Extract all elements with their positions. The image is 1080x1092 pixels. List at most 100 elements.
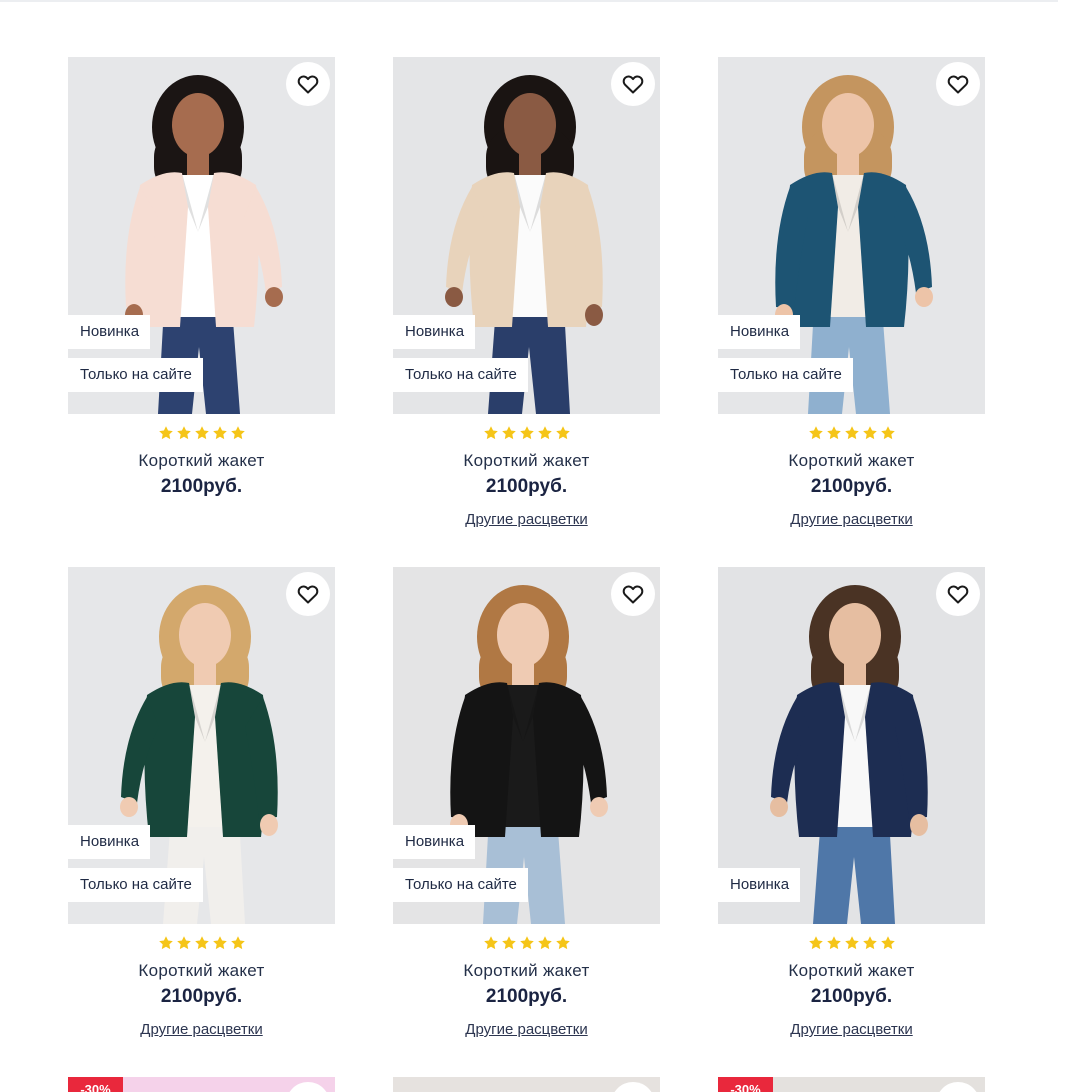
star-icon xyxy=(826,936,841,950)
add-to-favorites-button[interactable] xyxy=(286,1082,330,1092)
online-only-badge: Только на сайте xyxy=(393,868,528,902)
product-name[interactable]: Короткий жакет xyxy=(718,961,985,981)
product-name[interactable]: Короткий жакет xyxy=(68,451,335,471)
star-icon xyxy=(880,936,895,950)
add-to-favorites-button[interactable] xyxy=(936,62,980,106)
product-image[interactable] xyxy=(393,1077,660,1092)
star-icon xyxy=(537,426,552,440)
star-icon xyxy=(844,936,859,950)
online-only-badge: Только на сайте xyxy=(68,868,203,902)
rating-stars xyxy=(718,935,985,953)
heart-icon xyxy=(622,75,644,94)
star-icon xyxy=(519,936,534,950)
product-card[interactable]: Новинка Только на сайте Короткий жакет 2100… xyxy=(718,57,985,567)
product-image[interactable]: Новинка xyxy=(718,567,985,924)
star-icon xyxy=(880,426,895,440)
star-icon xyxy=(483,426,498,440)
product-image[interactable]: Новинка Только на сайте xyxy=(68,567,335,924)
product-image[interactable]: -30% xyxy=(718,1077,985,1092)
product-image[interactable]: Новинка Только на сайте xyxy=(718,57,985,414)
product-card[interactable]: -30% xyxy=(718,1077,985,1092)
star-icon xyxy=(230,426,245,440)
new-badge: Новинка xyxy=(393,825,476,859)
product-card[interactable]: Новинка Только на сайте Короткий жакет 2100… xyxy=(393,57,660,567)
product-card[interactable]: Новинка Короткий жакет 2100руб. Другие расц… xyxy=(718,567,985,1077)
product-card[interactable]: Новинка Только на сайте Короткий жакет 2100… xyxy=(68,57,335,567)
star-icon xyxy=(501,936,516,950)
heart-icon xyxy=(297,585,319,604)
new-badge: Новинка xyxy=(68,315,151,349)
sale-badge: -30% xyxy=(68,1077,123,1092)
product-card[interactable]: -30% xyxy=(68,1077,335,1092)
star-icon xyxy=(176,426,191,440)
star-icon xyxy=(212,426,227,440)
star-icon xyxy=(158,936,173,950)
add-to-favorites-button[interactable] xyxy=(936,1082,980,1092)
add-to-favorites-button[interactable] xyxy=(936,572,980,616)
add-to-favorites-button[interactable] xyxy=(611,572,655,616)
star-icon xyxy=(844,426,859,440)
product-price: 2100руб. xyxy=(810,986,893,1007)
star-icon xyxy=(158,426,173,440)
product-price: 2100руб. xyxy=(810,476,893,497)
star-icon xyxy=(212,936,227,950)
other-colors-link[interactable]: Другие расцветки xyxy=(393,511,660,528)
top-divider xyxy=(0,0,1058,2)
product-price: 2100руб. xyxy=(160,476,243,497)
sale-badge: -30% xyxy=(718,1077,773,1092)
product-image[interactable]: Новинка Только на сайте xyxy=(393,567,660,924)
star-icon xyxy=(519,426,534,440)
product-price: 2100руб. xyxy=(485,476,568,497)
new-badge: Новинка xyxy=(68,825,151,859)
product-name[interactable]: Короткий жакет xyxy=(68,961,335,981)
product-grid: Новинка Только на сайте Короткий жакет 2100… xyxy=(68,57,985,1092)
product-image[interactable]: Новинка Только на сайте xyxy=(393,57,660,414)
product-name[interactable]: Короткий жакет xyxy=(393,961,660,981)
product-card[interactable]: Новинка Только на сайте Короткий жакет 2100… xyxy=(393,567,660,1077)
other-colors-link[interactable]: Другие расцветки xyxy=(718,511,985,528)
other-colors-link[interactable]: Другие расцветки xyxy=(68,1021,335,1038)
star-icon xyxy=(808,936,823,950)
heart-icon xyxy=(622,585,644,604)
product-price: 2100руб. xyxy=(485,986,568,1007)
star-icon xyxy=(862,936,877,950)
star-icon xyxy=(194,936,209,950)
add-to-favorites-button[interactable] xyxy=(611,62,655,106)
star-icon xyxy=(230,936,245,950)
star-icon xyxy=(808,426,823,440)
star-icon xyxy=(862,426,877,440)
star-icon xyxy=(501,426,516,440)
add-to-favorites-button[interactable] xyxy=(286,62,330,106)
star-icon xyxy=(555,426,570,440)
other-colors-link[interactable]: Другие расцветки xyxy=(393,1021,660,1038)
product-name[interactable]: Короткий жакет xyxy=(718,451,985,471)
rating-stars xyxy=(393,935,660,953)
online-only-badge: Только на сайте xyxy=(718,358,853,392)
online-only-badge: Только на сайте xyxy=(68,358,203,392)
star-icon xyxy=(194,426,209,440)
product-name[interactable]: Короткий жакет xyxy=(393,451,660,471)
rating-stars xyxy=(68,425,335,443)
rating-stars xyxy=(68,935,335,953)
rating-stars xyxy=(718,425,985,443)
product-card[interactable] xyxy=(393,1077,660,1092)
heart-icon xyxy=(947,75,969,94)
product-image[interactable]: Новинка Только на сайте xyxy=(68,57,335,414)
heart-icon xyxy=(297,75,319,94)
product-listing-page: Новинка Только на сайте Короткий жакет 2100… xyxy=(0,0,1080,1092)
heart-icon xyxy=(947,585,969,604)
star-icon xyxy=(826,426,841,440)
new-badge: Новинка xyxy=(393,315,476,349)
add-to-favorites-button[interactable] xyxy=(286,572,330,616)
rating-stars xyxy=(393,425,660,443)
star-icon xyxy=(483,936,498,950)
product-card[interactable]: Новинка Только на сайте Короткий жакет 2100… xyxy=(68,567,335,1077)
product-image[interactable]: -30% xyxy=(68,1077,335,1092)
online-only-badge: Только на сайте xyxy=(393,358,528,392)
star-icon xyxy=(537,936,552,950)
add-to-favorites-button[interactable] xyxy=(611,1082,655,1092)
new-badge: Новинка xyxy=(718,315,801,349)
other-colors-link[interactable]: Другие расцветки xyxy=(718,1021,985,1038)
new-badge: Новинка xyxy=(718,868,801,902)
star-icon xyxy=(555,936,570,950)
